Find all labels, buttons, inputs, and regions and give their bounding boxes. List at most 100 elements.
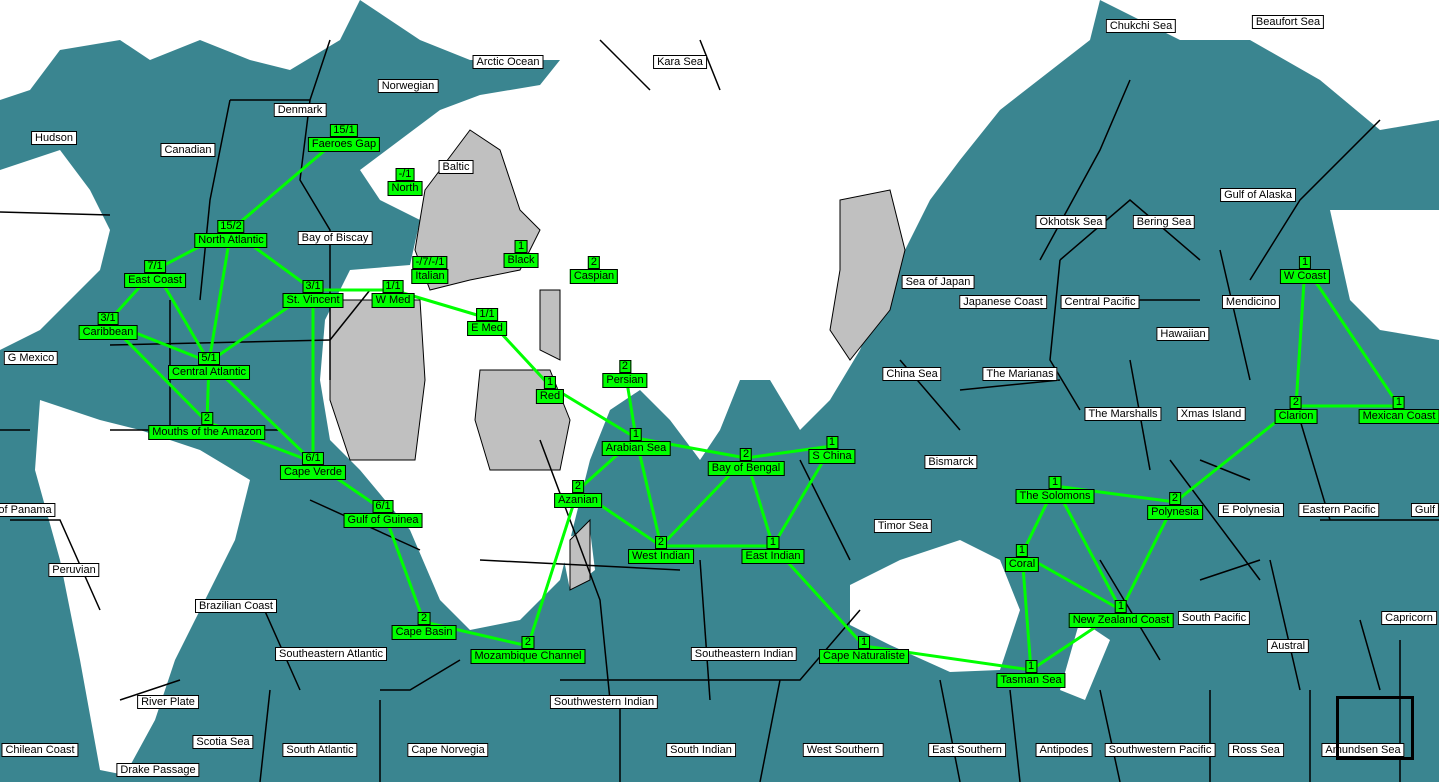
fleet-zone[interactable]: -/1 North <box>387 164 423 196</box>
fleet-count-badge[interactable]: 1 <box>1015 544 1029 557</box>
fleet-zone[interactable]: 1 New Zealand Coast <box>1068 596 1174 628</box>
sea-zone-label[interactable]: Southeastern Atlantic <box>275 647 387 661</box>
sea-zone-label[interactable]: South Pacific <box>1177 611 1251 625</box>
fleet-zone[interactable]: 1 Tasman Sea <box>996 656 1066 688</box>
sea-zone-label[interactable]: Antipodes <box>1035 743 1093 757</box>
fleet-zone[interactable]: 1 Coral <box>1004 540 1040 572</box>
fleet-zone-name[interactable]: Persian <box>602 373 648 388</box>
fleet-zone[interactable]: 1 The Solomons <box>1015 472 1095 504</box>
sea-zone-label[interactable]: Bismarck <box>924 455 978 469</box>
fleet-zone[interactable]: 2 Azanian <box>554 476 602 508</box>
fleet-zone-name[interactable]: East Coast <box>124 273 186 288</box>
fleet-zone[interactable]: 1W Coast <box>1279 252 1331 284</box>
fleet-zone-name[interactable]: North Atlantic <box>194 233 268 248</box>
sea-zone-label[interactable]: Okhotsk Sea <box>1035 215 1107 229</box>
fleet-zone-name[interactable]: Tasman Sea <box>996 673 1066 688</box>
sea-zone-label[interactable]: Hudson <box>31 131 77 145</box>
fleet-count-badge[interactable]: 1 <box>766 536 780 549</box>
sea-zone-label[interactable]: Baltic <box>438 160 474 174</box>
fleet-count-badge[interactable]: 6/1 <box>302 452 324 465</box>
fleet-count-badge[interactable]: 1 <box>1024 660 1038 673</box>
sea-zone-label[interactable]: Drake Passage <box>116 763 200 777</box>
fleet-zone-name[interactable]: Red <box>535 389 565 404</box>
sea-zone-label[interactable]: Bay of Biscay <box>297 231 373 245</box>
fleet-count-badge[interactable]: 2 <box>417 612 431 625</box>
fleet-zone[interactable]: 7/1 East Coast <box>124 256 186 288</box>
fleet-count-badge[interactable]: 3/1 <box>302 280 324 293</box>
fleet-zone[interactable]: 15/2 North Atlantic <box>194 216 268 248</box>
fleet-count-badge[interactable]: 15/1 <box>330 124 358 137</box>
sea-zone-label[interactable]: Timor Sea <box>873 519 933 533</box>
fleet-count-badge[interactable]: 2 <box>521 636 535 649</box>
fleet-zone[interactable]: 1 East Indian <box>741 532 805 564</box>
fleet-zone-name[interactable]: Polynesia <box>1147 505 1203 520</box>
fleet-count-badge[interactable]: 1 <box>857 636 871 649</box>
sea-zone-label[interactable]: Scotia Sea <box>192 735 254 749</box>
fleet-zone[interactable]: 1 Black <box>503 236 539 268</box>
sea-zone-label[interactable]: Gulf of Alaska <box>1220 188 1296 202</box>
fleet-zone-name[interactable]: Italian <box>411 269 449 284</box>
fleet-zone-name[interactable]: Faeroes Gap <box>307 137 381 152</box>
fleet-zone[interactable]: 2 Caspian <box>569 252 619 284</box>
sea-zone-label[interactable]: South Indian <box>666 743 736 757</box>
sea-zone-label[interactable]: Bering Sea <box>1132 215 1196 229</box>
sea-zone-label[interactable]: of Panama <box>0 503 56 517</box>
sea-zone-label[interactable]: China Sea <box>882 367 942 381</box>
fleet-zone-name[interactable]: Cape Basin <box>391 625 457 640</box>
fleet-zone[interactable]: 2 Clarion <box>1274 392 1318 424</box>
fleet-zone-name[interactable]: St. Vincent <box>282 293 344 308</box>
fleet-count-badge[interactable]: 3/1 <box>97 312 119 325</box>
fleet-zone-name[interactable]: S China <box>808 449 856 464</box>
fleet-zone[interactable]: 3/1 St. Vincent <box>282 276 344 308</box>
fleet-zone[interactable]: -/7/-/1 Italian <box>411 252 449 284</box>
fleet-zone[interactable]: 1 Red <box>535 372 565 404</box>
sea-zone-label[interactable]: River Plate <box>137 695 199 709</box>
sea-zone-label[interactable]: Kara Sea <box>653 55 707 69</box>
fleet-zone-name[interactable]: Coral <box>1004 557 1040 572</box>
sea-zone-label[interactable]: Beaufort Sea <box>1251 15 1325 29</box>
fleet-zone-name[interactable]: Clarion <box>1274 409 1318 424</box>
fleet-zone-name[interactable]: North <box>387 181 423 196</box>
sea-zone-label[interactable]: Denmark <box>273 103 327 117</box>
sea-zone-label[interactable]: East Southern <box>928 743 1006 757</box>
sea-zone-label[interactable]: G Mexico <box>3 351 59 365</box>
fleet-count-badge[interactable]: -/1 <box>395 168 415 181</box>
sea-zone-label[interactable]: E Polynesia <box>1217 503 1285 517</box>
sea-zone-label[interactable]: Southwestern Pacific <box>1104 743 1216 757</box>
fleet-count-badge[interactable]: 1 <box>514 240 528 253</box>
fleet-count-badge[interactable]: 2 <box>200 412 214 425</box>
fleet-zone[interactable]: 2 Cape Basin <box>391 608 457 640</box>
fleet-zone-name[interactable]: E Med <box>467 321 507 336</box>
fleet-zone[interactable]: 6/1 Cape Verde <box>279 448 347 480</box>
fleet-zone-name[interactable]: The Solomons <box>1015 489 1095 504</box>
fleet-zone-name[interactable]: Bay of Bengal <box>707 461 785 476</box>
fleet-zone[interactable]: 2 Bay of Bengal <box>707 444 785 476</box>
fleet-zone[interactable]: 2 Mozambique Channel <box>470 632 586 664</box>
fleet-zone-name[interactable]: East Indian <box>741 549 805 564</box>
fleet-zone-name[interactable]: Caspian <box>569 269 619 284</box>
fleet-zone[interactable]: 1 Mexican Coast <box>1358 392 1439 424</box>
selection-box[interactable] <box>1336 696 1414 760</box>
fleet-zone-name[interactable]: Azanian <box>554 493 602 508</box>
fleet-count-badge[interactable]: 1 <box>1392 396 1406 409</box>
fleet-zone-name[interactable]: W Coast <box>1279 269 1331 284</box>
fleet-zone-name[interactable]: W Med <box>371 293 415 308</box>
fleet-count-badge[interactable]: 1/1 <box>382 280 404 293</box>
fleet-zone[interactable]: 1 Cape Naturaliste <box>819 632 909 664</box>
fleet-count-badge[interactable]: 2 <box>587 256 601 269</box>
fleet-count-badge[interactable]: 1 <box>543 376 557 389</box>
fleet-count-badge[interactable]: 1 <box>629 428 643 441</box>
fleet-count-badge[interactable]: 1 <box>825 436 839 449</box>
sea-zone-label[interactable]: Hawaiian <box>1156 327 1210 341</box>
fleet-count-badge[interactable]: 2 <box>571 480 585 493</box>
sea-zone-label[interactable]: Central Pacific <box>1060 295 1140 309</box>
fleet-zone[interactable]: 2 Persian <box>602 356 648 388</box>
fleet-zone[interactable]: 2 Polynesia <box>1147 488 1203 520</box>
sea-zone-label[interactable]: Arctic Ocean <box>472 55 544 69</box>
fleet-count-badge[interactable]: 1/1 <box>476 308 498 321</box>
fleet-zone-name[interactable]: Central Atlantic <box>168 365 250 380</box>
fleet-zone-name[interactable]: Cape Naturaliste <box>819 649 909 664</box>
sea-zone-label[interactable]: Norwegian <box>377 79 439 93</box>
fleet-zone-name[interactable]: Black <box>503 253 539 268</box>
sea-zone-label[interactable]: The Marianas <box>982 367 1058 381</box>
